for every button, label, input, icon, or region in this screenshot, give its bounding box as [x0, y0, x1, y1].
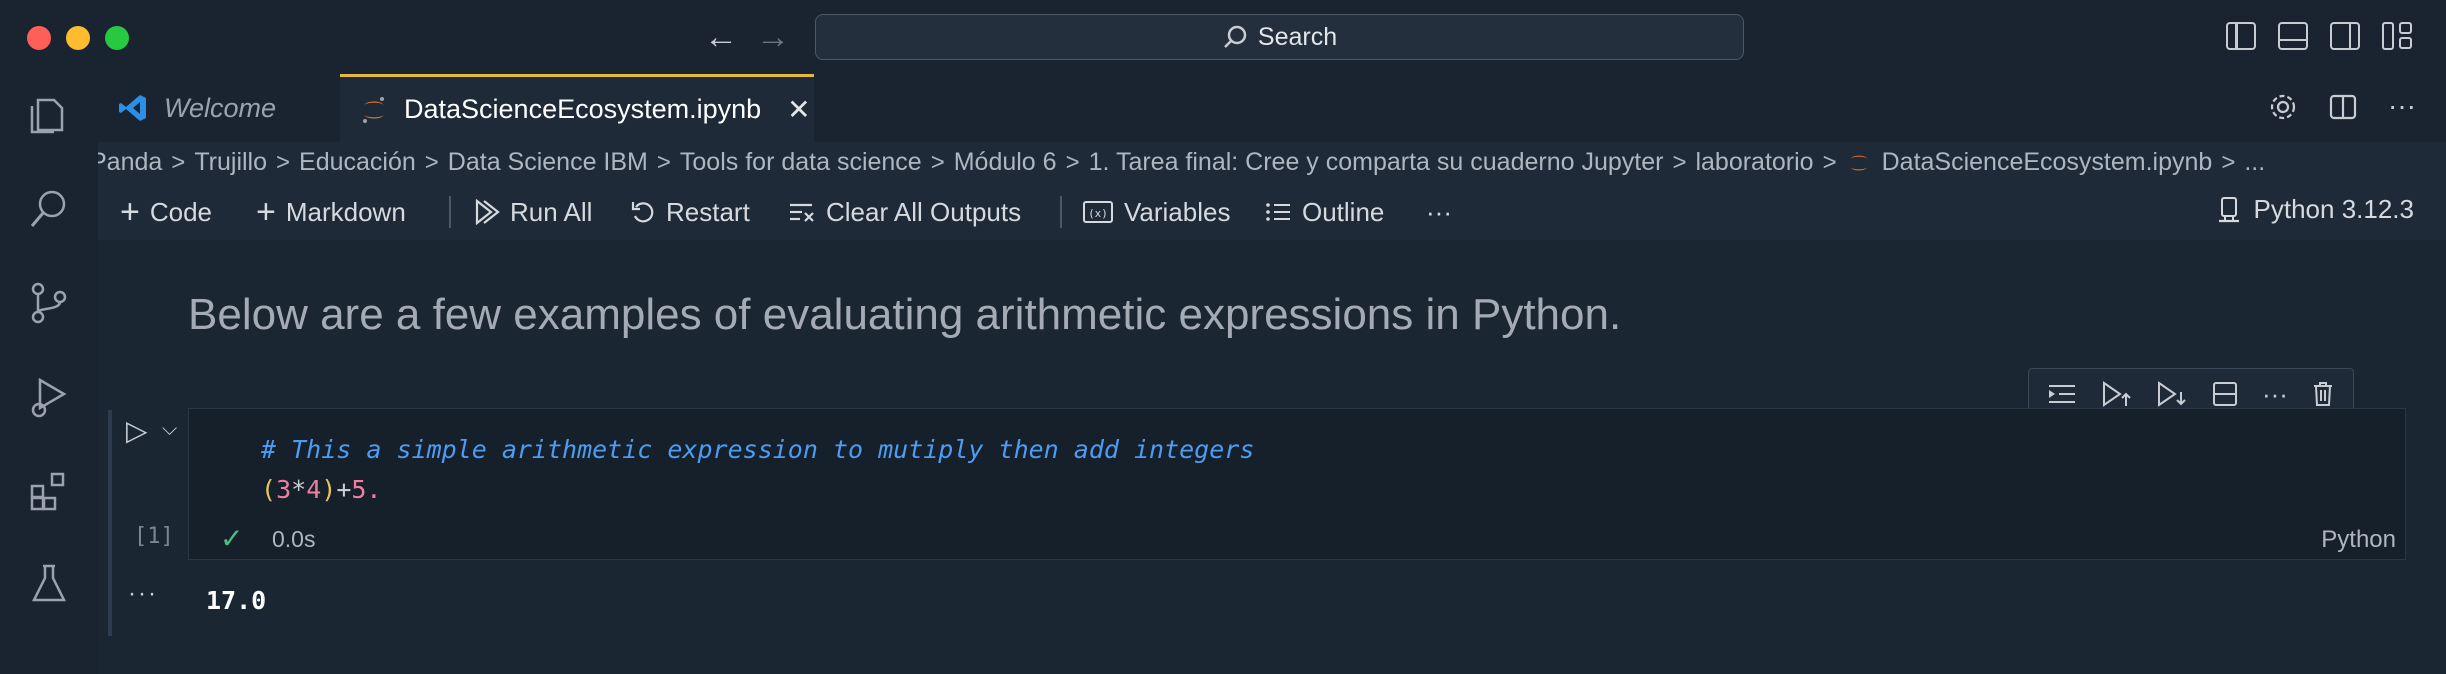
tab-label: DataScienceEcosystem.ipynb — [404, 94, 762, 124]
breadcrumb-item[interactable]: Tools for data science — [680, 148, 922, 177]
chevron-right-icon: > — [656, 148, 671, 176]
execute-above-icon[interactable] — [2100, 380, 2132, 408]
execution-time: 0.0s — [272, 526, 316, 552]
output-more-icon[interactable]: ··· — [128, 580, 158, 608]
gear-icon[interactable] — [2268, 92, 2298, 122]
breadcrumb-item[interactable]: Educación — [299, 148, 416, 177]
execute-below-icon[interactable] — [2155, 380, 2187, 408]
vscode-logo-icon — [119, 95, 146, 121]
breadcrumb-item[interactable]: Data Science IBM — [448, 148, 648, 177]
jupyter-icon — [363, 96, 384, 123]
breadcrumb-item[interactable]: 1. Tarea final: Cree y comparta su cuade… — [1089, 148, 1664, 177]
cell-more-actions-icon[interactable]: ··· — [2262, 379, 2288, 410]
chevron-down-icon[interactable]: ⌵ — [162, 418, 177, 441]
tab-label: Welcome — [164, 92, 277, 123]
jupyter-icon — [1849, 155, 1868, 170]
toolbar-divider — [1060, 196, 1062, 228]
close-tab-icon[interactable]: ✕ — [787, 93, 810, 126]
toggle-panel-icon[interactable] — [2278, 22, 2308, 50]
toggle-primary-sidebar-icon[interactable] — [2226, 22, 2256, 50]
add-markdown-cell-button[interactable]: + Markdown — [256, 194, 406, 230]
run-by-line-icon[interactable] — [2047, 381, 2077, 407]
success-check-icon: ✓ — [220, 523, 244, 554]
breadcrumb-item[interactable]: laboratorio — [1695, 148, 1813, 177]
activity-bar — [0, 74, 98, 674]
split-cell-icon[interactable] — [2211, 380, 2239, 408]
cell-output: 17.0 — [206, 586, 267, 615]
code-token: 5. — [351, 475, 382, 504]
search-icon — [1224, 25, 1247, 48]
editor-tab-bar: Welcome DataScienceEcosystem.ipynb ✕ ··· — [98, 74, 2446, 142]
more-actions-icon[interactable]: ··· — [2388, 92, 2416, 122]
code-comment: # This a simple arithmetic expression to… — [261, 435, 1255, 464]
title-bar: ← → Search — [0, 0, 2446, 74]
clear-outputs-icon — [790, 203, 814, 222]
maximize-window-button[interactable] — [105, 26, 129, 50]
kernel-icon — [2218, 196, 2239, 222]
search-sidebar-icon[interactable] — [26, 186, 72, 232]
outline-button[interactable]: Outline — [1264, 194, 1384, 230]
testing-flask-icon[interactable] — [26, 560, 72, 606]
clear-all-outputs-button[interactable]: Clear All Outputs — [788, 194, 1021, 230]
chevron-right-icon: > — [1672, 148, 1687, 176]
tab-notebook[interactable]: DataScienceEcosystem.ipynb ✕ — [340, 74, 814, 142]
chevron-right-icon: > — [930, 148, 945, 176]
run-all-icon — [475, 198, 500, 226]
markdown-cell[interactable]: Below are a few examples of evaluating a… — [188, 290, 1621, 340]
code-token: ) — [321, 475, 337, 504]
chevron-right-icon: > — [1065, 148, 1080, 176]
tab-welcome[interactable]: Welcome — [98, 74, 338, 142]
forward-arrow-icon[interactable]: → — [756, 18, 790, 56]
breadcrumb: Panda > Trujillo > Educación > Data Science… — [98, 142, 2446, 186]
code-cell[interactable]: # This a simple arithmetic expression to… — [188, 408, 2406, 560]
cell-language[interactable]: Python — [2321, 526, 2396, 554]
code-token: 3 — [276, 475, 292, 504]
variables-icon: (x) — [1083, 201, 1113, 223]
chevron-right-icon: > — [424, 148, 439, 176]
chevron-right-icon: > — [171, 148, 186, 176]
restart-icon — [631, 202, 654, 223]
run-cell-button[interactable]: ▷ — [126, 414, 148, 447]
code-expression: (3*4)+5. — [261, 475, 381, 504]
code-token: 4 — [306, 475, 322, 504]
toolbar-divider — [449, 196, 451, 228]
more-toolbar-actions[interactable]: ··· — [1426, 194, 1452, 230]
command-center-search[interactable]: Search — [815, 14, 1744, 60]
toggle-secondary-sidebar-icon[interactable] — [2330, 22, 2360, 50]
back-arrow-icon[interactable]: ← — [704, 18, 738, 56]
breadcrumb-item[interactable]: ... — [2244, 148, 2265, 177]
kernel-picker[interactable]: Python 3.12.3 — [2216, 194, 2414, 225]
plus-icon: + — [256, 193, 276, 231]
split-editor-icon[interactable] — [2328, 92, 2358, 122]
customize-layout-icon[interactable] — [2382, 22, 2412, 50]
delete-cell-trash-icon[interactable] — [2311, 380, 2335, 408]
output-focus-indicator — [108, 568, 112, 636]
code-token: + — [336, 475, 352, 504]
run-and-debug-icon[interactable] — [26, 374, 72, 420]
svg-text:(x): (x) — [1088, 207, 1108, 220]
code-token: ( — [261, 475, 277, 504]
plus-icon: + — [120, 193, 140, 231]
close-window-button[interactable] — [27, 26, 51, 50]
outline-list-icon — [1266, 203, 1290, 221]
search-label: Search — [1257, 22, 1338, 51]
minimize-window-button[interactable] — [66, 26, 90, 50]
breadcrumb-item[interactable]: Panda — [98, 148, 162, 177]
source-control-icon[interactable] — [26, 280, 72, 326]
run-all-button[interactable]: Run All — [472, 194, 592, 230]
breadcrumb-item[interactable]: Módulo 6 — [954, 148, 1057, 177]
extensions-icon[interactable] — [26, 468, 72, 514]
restart-button[interactable]: Restart — [630, 194, 750, 230]
breadcrumb-item[interactable]: Trujillo — [194, 148, 267, 177]
chevron-right-icon: > — [276, 148, 291, 176]
explorer-icon[interactable] — [26, 92, 72, 138]
add-code-cell-button[interactable]: + Code — [120, 194, 212, 230]
notebook-toolbar: + Code + Markdown Run All Restart Clear … — [98, 186, 2446, 240]
variables-button[interactable]: (x) Variables — [1082, 194, 1230, 230]
chevron-right-icon: > — [2221, 148, 2236, 176]
execution-count: [1] — [134, 524, 174, 549]
chevron-right-icon: > — [1822, 148, 1837, 176]
breadcrumb-item[interactable]: DataScienceEcosystem.ipynb — [1882, 148, 2213, 177]
code-token: * — [291, 475, 307, 504]
